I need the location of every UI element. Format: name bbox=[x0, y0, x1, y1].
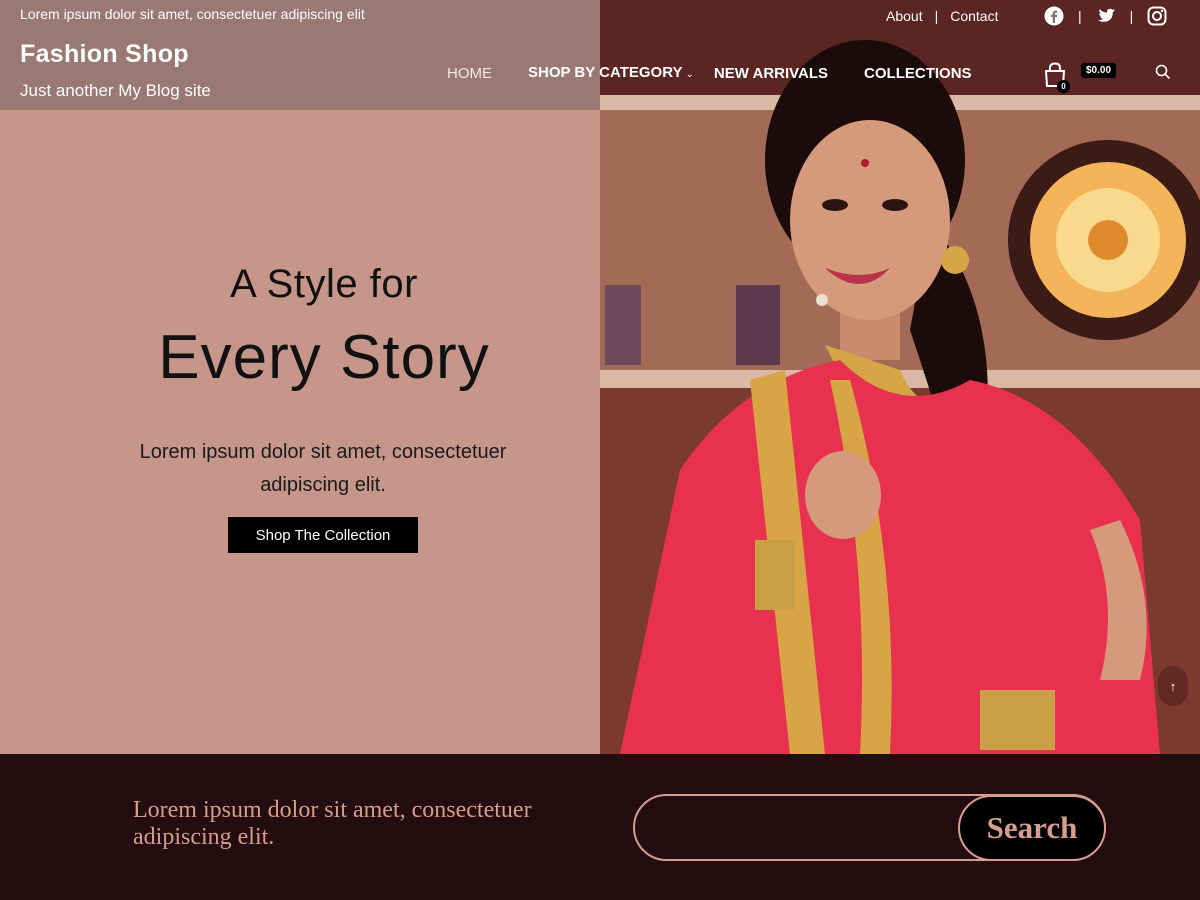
cart-count-badge: 0 bbox=[1057, 80, 1070, 93]
hero-description: Lorem ipsum dolor sit amet, consectetuer… bbox=[139, 441, 507, 496]
hero-title: Every Story bbox=[158, 323, 490, 392]
search-button[interactable]: Search bbox=[958, 795, 1106, 861]
top-links: About | Contact bbox=[886, 8, 998, 24]
nav-collections[interactable]: COLLECTIONS bbox=[864, 65, 972, 82]
social-divider: | bbox=[1129, 8, 1134, 24]
cart-total[interactable]: $0.00 bbox=[1081, 63, 1117, 78]
main-nav: HOME SHOP BY CATEGORY ⌄ NEW ARRIVALS COLL… bbox=[447, 64, 972, 82]
instagram-icon[interactable] bbox=[1147, 6, 1167, 26]
footer-band-text: Lorem ipsum dolor sit amet, consectetuer… bbox=[133, 797, 532, 850]
topbar-text: Lorem ipsum dolor sit amet, consectetuer… bbox=[20, 6, 365, 22]
hero-subtitle: A Style for bbox=[230, 262, 418, 306]
about-link[interactable]: About bbox=[886, 8, 923, 24]
nav-home[interactable]: HOME bbox=[447, 65, 492, 82]
hero-photo bbox=[600, 0, 1200, 754]
contact-link[interactable]: Contact bbox=[950, 8, 998, 24]
scroll-to-top-button[interactable]: ↑ bbox=[1158, 666, 1188, 706]
facebook-icon[interactable] bbox=[1044, 6, 1064, 26]
twitter-icon[interactable] bbox=[1096, 8, 1116, 25]
hero-section: Lorem ipsum dolor sit amet, consectetuer… bbox=[0, 0, 1200, 754]
nav-shop-by-category-label: SHOP BY CATEGORY bbox=[528, 64, 683, 81]
nav-new-arrivals[interactable]: NEW ARRIVALS bbox=[714, 65, 828, 82]
social-divider: | bbox=[1078, 8, 1082, 24]
search-icon[interactable] bbox=[1155, 64, 1171, 85]
site-title[interactable]: Fashion Shop bbox=[20, 40, 189, 69]
site-tagline: Just another My Blog site bbox=[20, 81, 211, 100]
nav-shop-by-category[interactable]: SHOP BY CATEGORY ⌄ bbox=[528, 64, 694, 82]
shop-collection-button[interactable]: Shop The Collection bbox=[228, 517, 418, 553]
social-links: | | bbox=[1044, 6, 1167, 26]
chevron-down-icon: ⌄ bbox=[685, 69, 694, 80]
model-illustration bbox=[600, 0, 1200, 754]
link-divider: | bbox=[934, 8, 939, 24]
